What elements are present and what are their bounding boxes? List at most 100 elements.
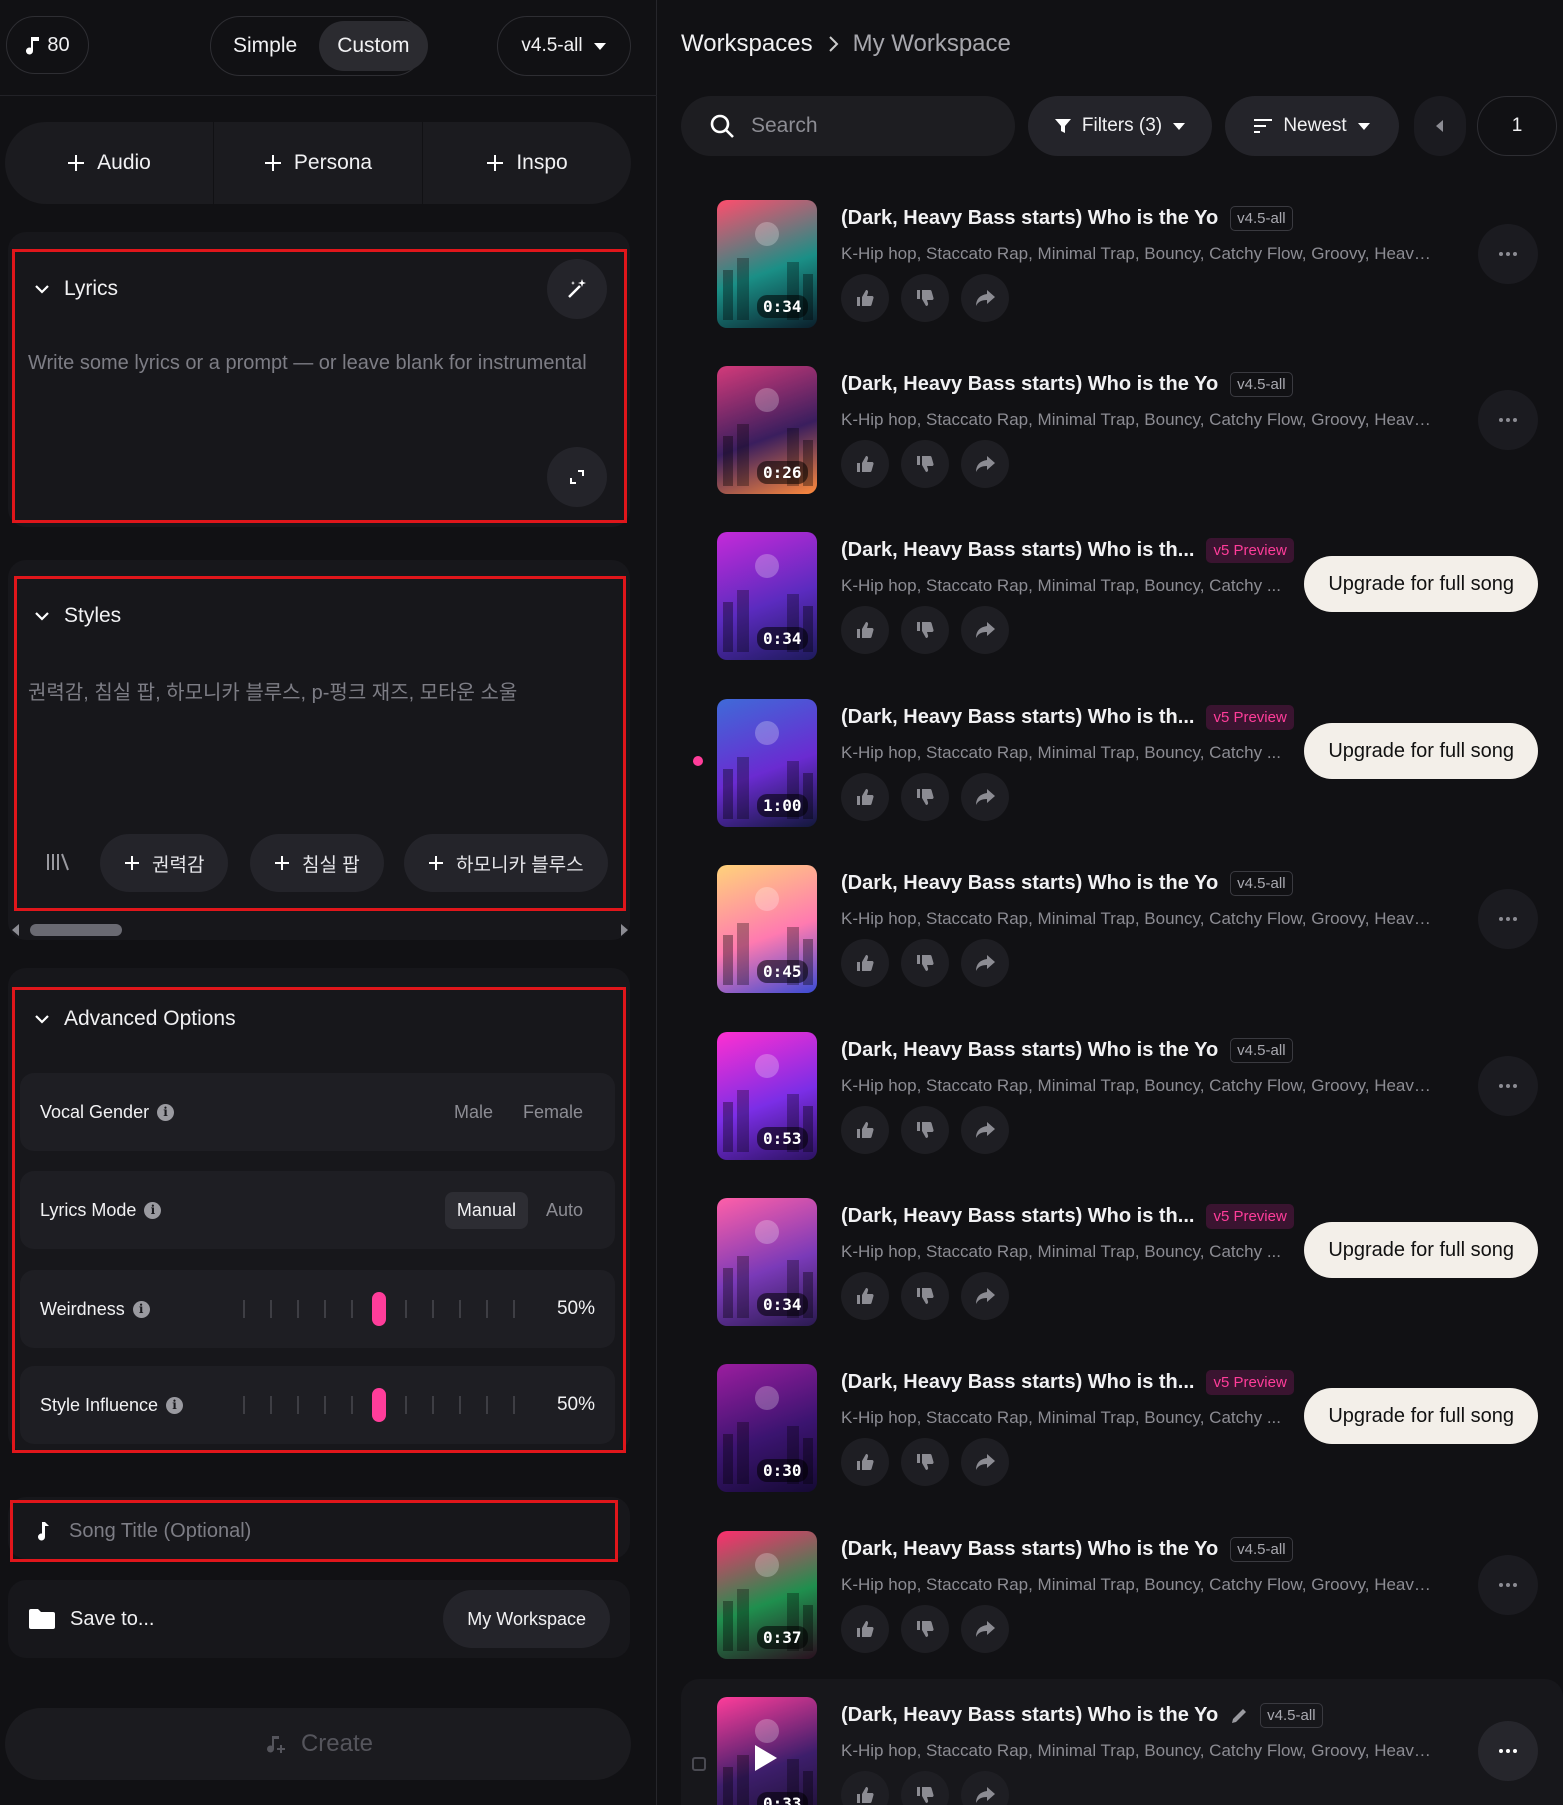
song-cover-image[interactable]: 0:53 [717, 1032, 817, 1160]
lyrics-mode-manual[interactable]: Manual [444, 1191, 528, 1229]
song-title[interactable]: (Dark, Heavy Bass starts) Who is the Yo [841, 1704, 1218, 1727]
dislike-button[interactable] [901, 440, 949, 488]
add-inspo-button[interactable]: Inspo [423, 122, 631, 204]
dislike-button[interactable] [901, 606, 949, 654]
share-button[interactable] [961, 606, 1009, 654]
styles-input[interactable]: 권력감, 침실 팝, 하모니카 블루스, p-펑크 재즈, 모타운 소울 [28, 676, 618, 705]
song-title-input[interactable]: Song Title (Optional) [10, 1500, 618, 1562]
play-icon[interactable] [753, 1743, 779, 1773]
song-cover-image[interactable]: 0:30 [717, 1364, 817, 1492]
song-cover-image[interactable]: 0:37 [717, 1531, 817, 1659]
song-title[interactable]: (Dark, Heavy Bass starts) Who is th... [841, 706, 1194, 729]
more-options-button[interactable] [1478, 889, 1538, 949]
like-button[interactable] [841, 1771, 889, 1805]
styles-header[interactable]: Styles [34, 604, 121, 628]
dislike-button[interactable] [901, 1272, 949, 1320]
style-chip[interactable]: 침실 팝 [250, 834, 384, 892]
song-cover-image[interactable]: 1:00 [717, 699, 817, 827]
select-checkbox[interactable] [692, 1757, 706, 1771]
workspace-select-button[interactable]: My Workspace [443, 1590, 610, 1648]
dislike-button[interactable] [901, 773, 949, 821]
song-title[interactable]: (Dark, Heavy Bass starts) Who is the Yo [841, 1039, 1218, 1062]
share-button[interactable] [961, 1106, 1009, 1154]
like-button[interactable] [841, 1272, 889, 1320]
like-button[interactable] [841, 1438, 889, 1486]
lyrics-header[interactable]: Lyrics [34, 277, 118, 301]
lyrics-mode-auto[interactable]: Auto [534, 1192, 595, 1229]
mode-simple[interactable]: Simple [215, 21, 315, 71]
share-button[interactable] [961, 440, 1009, 488]
song-row[interactable]: 0:34 (Dark, Heavy Bass starts) Who is th… [681, 182, 1563, 332]
upgrade-button[interactable]: Upgrade for full song [1304, 556, 1538, 612]
song-title[interactable]: (Dark, Heavy Bass starts) Who is th... [841, 1371, 1194, 1394]
share-button[interactable] [961, 1438, 1009, 1486]
search-input[interactable]: Search [681, 96, 1015, 156]
song-row[interactable]: 0:30 (Dark, Heavy Bass starts) Who is th… [681, 1346, 1563, 1496]
version-dropdown[interactable]: v4.5-all [497, 16, 631, 76]
credits-badge[interactable]: 80 [6, 16, 89, 74]
create-button[interactable]: Create [5, 1708, 631, 1780]
more-options-button[interactable] [1478, 1056, 1538, 1116]
share-button[interactable] [961, 939, 1009, 987]
info-icon[interactable]: i [166, 1396, 184, 1414]
like-button[interactable] [841, 606, 889, 654]
filters-button[interactable]: Filters (3) [1028, 96, 1212, 156]
like-button[interactable] [841, 440, 889, 488]
song-row[interactable]: 0:37 (Dark, Heavy Bass starts) Who is th… [681, 1513, 1563, 1663]
style-influence-slider[interactable] [238, 1388, 538, 1422]
more-options-button[interactable] [1478, 224, 1538, 284]
mode-custom[interactable]: Custom [319, 21, 428, 71]
dislike-button[interactable] [901, 1438, 949, 1486]
upgrade-button[interactable]: Upgrade for full song [1304, 723, 1538, 779]
share-button[interactable] [961, 1771, 1009, 1805]
sort-button[interactable]: Newest [1225, 96, 1399, 156]
song-cover-image[interactable]: 0:34 [717, 1198, 817, 1326]
advanced-header[interactable]: Advanced Options [34, 1007, 236, 1031]
chips-scrollbar[interactable] [10, 922, 630, 938]
style-chip[interactable]: 하모니카 블루스 [404, 834, 608, 892]
song-title[interactable]: (Dark, Heavy Bass starts) Who is th... [841, 539, 1194, 562]
song-cover-image[interactable]: 0:34 [717, 200, 817, 328]
share-button[interactable] [961, 1605, 1009, 1653]
song-title[interactable]: (Dark, Heavy Bass starts) Who is th... [841, 1205, 1194, 1228]
more-options-button[interactable] [1478, 1555, 1538, 1615]
more-options-button[interactable] [1478, 1721, 1538, 1781]
more-options-button[interactable] [1478, 390, 1538, 450]
page-number[interactable]: 1 [1477, 96, 1557, 156]
song-title[interactable]: (Dark, Heavy Bass starts) Who is the Yo [841, 207, 1218, 230]
song-cover-image[interactable]: 0:45 [717, 865, 817, 993]
upgrade-button[interactable]: Upgrade for full song [1304, 1388, 1538, 1444]
like-button[interactable] [841, 773, 889, 821]
share-button[interactable] [961, 1272, 1009, 1320]
song-cover-image[interactable]: 0:34 [717, 532, 817, 660]
song-row[interactable]: 0:45 (Dark, Heavy Bass starts) Who is th… [681, 847, 1563, 997]
dislike-button[interactable] [901, 274, 949, 322]
info-icon[interactable]: i [144, 1201, 162, 1219]
expand-button[interactable] [547, 447, 607, 507]
prev-page-button[interactable] [1414, 96, 1466, 156]
info-icon[interactable]: i [157, 1103, 175, 1121]
style-chip[interactable]: 권력감 [100, 834, 229, 892]
song-title[interactable]: (Dark, Heavy Bass starts) Who is the Yo [841, 1538, 1218, 1561]
dislike-button[interactable] [901, 939, 949, 987]
info-icon[interactable]: i [132, 1300, 150, 1318]
song-row[interactable]: 0:53 (Dark, Heavy Bass starts) Who is th… [681, 1014, 1563, 1164]
dislike-button[interactable] [901, 1771, 949, 1805]
add-persona-button[interactable]: Persona [214, 122, 423, 204]
style-library-icon[interactable] [46, 852, 70, 872]
share-button[interactable] [961, 274, 1009, 322]
song-title[interactable]: (Dark, Heavy Bass starts) Who is the Yo [841, 872, 1218, 895]
song-cover-image[interactable]: 0:26 [717, 366, 817, 494]
like-button[interactable] [841, 1106, 889, 1154]
like-button[interactable] [841, 274, 889, 322]
like-button[interactable] [841, 939, 889, 987]
song-row[interactable]: 0:34 (Dark, Heavy Bass starts) Who is th… [681, 514, 1563, 664]
lyrics-input[interactable]: Write some lyrics or a prompt — or leave… [28, 352, 618, 375]
dislike-button[interactable] [901, 1106, 949, 1154]
song-row[interactable]: 1:00 (Dark, Heavy Bass starts) Who is th… [681, 681, 1563, 831]
upgrade-button[interactable]: Upgrade for full song [1304, 1222, 1538, 1278]
dislike-button[interactable] [901, 1605, 949, 1653]
gender-female-option[interactable]: Female [511, 1094, 595, 1131]
pencil-icon[interactable] [1230, 1707, 1248, 1725]
breadcrumb-workspaces[interactable]: Workspaces [681, 30, 813, 58]
